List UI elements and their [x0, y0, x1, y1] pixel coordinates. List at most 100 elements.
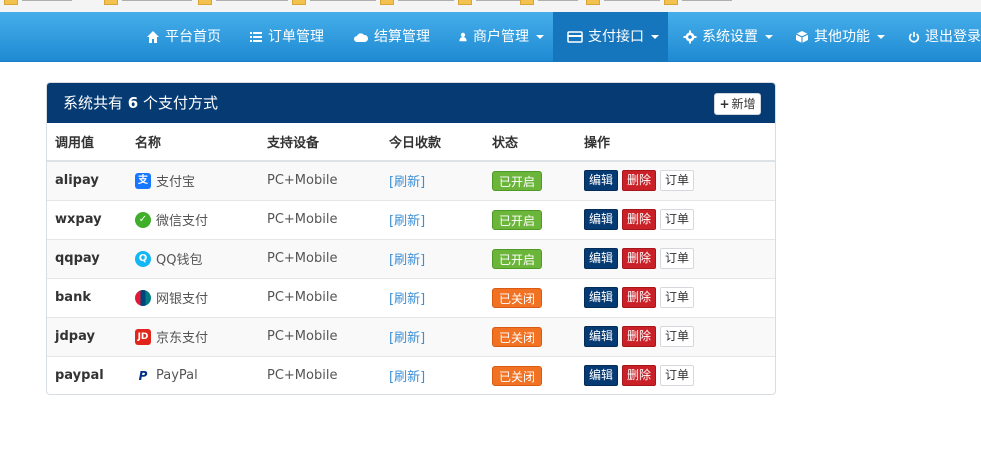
- delete-button[interactable]: 删除: [622, 326, 657, 347]
- cell-name: 网银支付: [135, 278, 267, 318]
- method-name: 网银支付: [156, 292, 209, 307]
- method-name: 京东支付: [156, 331, 209, 346]
- cell-today: [刷新]: [389, 161, 492, 201]
- status-badge: 已开启: [492, 248, 543, 269]
- plus-icon: +: [719, 97, 730, 111]
- nav-label: 结算管理: [374, 29, 430, 45]
- payment-methods-table: 调用值 名称 支持设备 今日收款 状态 操作 alipay 支支付宝 PC+Mo…: [47, 123, 775, 394]
- nav-merchants[interactable]: 商户管理: [458, 12, 544, 62]
- cell-devices: PC+Mobile: [267, 368, 338, 384]
- wechat-pay-icon: ✓: [135, 211, 151, 228]
- refresh-link[interactable]: [刷新]: [389, 331, 425, 346]
- edit-button[interactable]: 编辑: [584, 365, 619, 387]
- method-name: PayPal: [156, 368, 198, 384]
- nav-other[interactable]: 其他功能: [795, 12, 885, 62]
- refresh-link[interactable]: [刷新]: [389, 292, 425, 307]
- delete-button[interactable]: 删除: [622, 365, 657, 387]
- refresh-link[interactable]: [刷新]: [389, 175, 425, 190]
- table-header-row: 调用值 名称 支持设备 今日收款 状态 操作: [47, 123, 775, 162]
- orders-button[interactable]: 订单: [660, 287, 695, 308]
- cell-devices: PC+Mobile: [267, 278, 389, 318]
- orders-button[interactable]: 订单: [660, 209, 695, 230]
- folder-icon: [198, 0, 212, 5]
- table-row: paypal P PayPal PC+Mobile [刷新] 已关闭 编辑 删除 订单: [47, 356, 775, 394]
- chevron-down-icon: [536, 35, 544, 39]
- orders-button[interactable]: 订单: [660, 326, 695, 347]
- qq-wallet-icon: Q: [135, 250, 151, 267]
- paypal-icon: P: [138, 368, 148, 383]
- nav-label: 平台首页: [165, 29, 221, 45]
- cell-today: [刷新]: [389, 356, 492, 394]
- status-badge: 已关闭: [492, 365, 543, 386]
- cell-name: Q QQ钱包: [135, 239, 267, 279]
- orders-button[interactable]: 订单: [660, 365, 695, 387]
- cell-code: qqpay: [47, 239, 135, 279]
- jd-icon: JD: [135, 328, 151, 345]
- cell-actions: 编辑 删除 订单: [584, 161, 775, 201]
- nav-label: 商户管理: [473, 29, 529, 45]
- cell-actions: 编辑 删除 订单: [584, 239, 775, 279]
- folder-icon: [380, 0, 394, 5]
- cell-name: 支支付宝: [135, 161, 267, 201]
- header-devices: 支持设备: [267, 123, 389, 162]
- refresh-link[interactable]: [刷新]: [389, 253, 425, 268]
- nav-home[interactable]: 平台首页: [146, 12, 221, 62]
- folder-icon: [520, 0, 534, 5]
- orders-button[interactable]: 订单: [660, 170, 695, 192]
- cell-status: 已关闭: [492, 278, 584, 318]
- cell-code: bank: [47, 278, 135, 318]
- cloud-icon: [354, 33, 369, 42]
- delete-button[interactable]: 删除: [622, 248, 657, 269]
- nav-label: 系统设置: [702, 29, 758, 45]
- power-icon: [908, 31, 920, 43]
- header-actions: 操作: [584, 123, 775, 162]
- nav-system-settings[interactable]: 系统设置: [683, 12, 773, 62]
- folder-icon: [586, 0, 600, 5]
- status-badge: 已关闭: [492, 326, 543, 347]
- nav-logout[interactable]: 退出登录: [908, 12, 981, 62]
- folder-icon: [292, 0, 306, 5]
- cell-actions: 编辑 删除 订单: [584, 317, 775, 357]
- refresh-link[interactable]: [刷新]: [389, 214, 425, 229]
- status-badge: 已关闭: [492, 287, 543, 308]
- edit-button[interactable]: 编辑: [584, 209, 619, 230]
- edit-button[interactable]: 编辑: [584, 170, 619, 192]
- nav-payment[interactable]: 支付接口: [553, 12, 668, 62]
- cell-today: [刷新]: [389, 278, 492, 318]
- delete-button[interactable]: 删除: [622, 170, 657, 192]
- cell-devices: PC+Mobile: [267, 161, 389, 201]
- refresh-link[interactable]: [刷新]: [389, 370, 425, 385]
- table-row: jdpay JD 京东支付 PC+Mobile [刷新] 已关闭 编辑 删除 订单: [47, 317, 775, 357]
- delete-button[interactable]: 删除: [622, 287, 657, 308]
- cell-status: 已关闭: [492, 356, 584, 394]
- cell-name: P PayPal: [135, 356, 267, 394]
- cell-actions: 编辑 删除 订单: [584, 200, 775, 240]
- folder-icon: [104, 0, 118, 5]
- delete-button[interactable]: 删除: [622, 209, 657, 230]
- method-name: QQ钱包: [156, 253, 203, 268]
- orders-button[interactable]: 订单: [660, 248, 695, 269]
- nav-label: 其他功能: [814, 29, 870, 45]
- top-navbar: 平台首页 订单管理 结算管理 商户管理 支付接口 系统设置 其他功能 退出登录: [0, 12, 981, 62]
- cell-code: wxpay: [47, 200, 135, 240]
- folder-icon: [664, 0, 678, 5]
- nav-orders[interactable]: 订单管理: [249, 12, 324, 62]
- alipay-icon: 支: [135, 172, 151, 189]
- cell-code: alipay: [47, 161, 135, 201]
- edit-button[interactable]: 编辑: [584, 326, 619, 347]
- cell-status: 已关闭: [492, 317, 584, 357]
- credit-card-icon: [567, 31, 583, 43]
- cell-actions: 编辑 删除 订单: [584, 278, 775, 318]
- nav-settlement[interactable]: 结算管理: [353, 12, 430, 62]
- table-row: bank 网银支付 PC+Mobile [刷新] 已关闭 编辑 删除 订单: [47, 278, 775, 318]
- chevron-down-icon: [651, 35, 659, 39]
- cell-code: jdpay: [47, 317, 135, 357]
- cell-today: [刷新]: [389, 317, 492, 357]
- edit-button[interactable]: 编辑: [584, 287, 619, 308]
- status-badge: 已开启: [492, 209, 543, 230]
- add-button[interactable]: + 新增: [714, 93, 761, 115]
- edit-button[interactable]: 编辑: [584, 248, 619, 269]
- cell-status: 已开启: [492, 161, 584, 201]
- title-suffix: 个支付方式: [143, 94, 219, 112]
- header-status: 状态: [492, 123, 584, 162]
